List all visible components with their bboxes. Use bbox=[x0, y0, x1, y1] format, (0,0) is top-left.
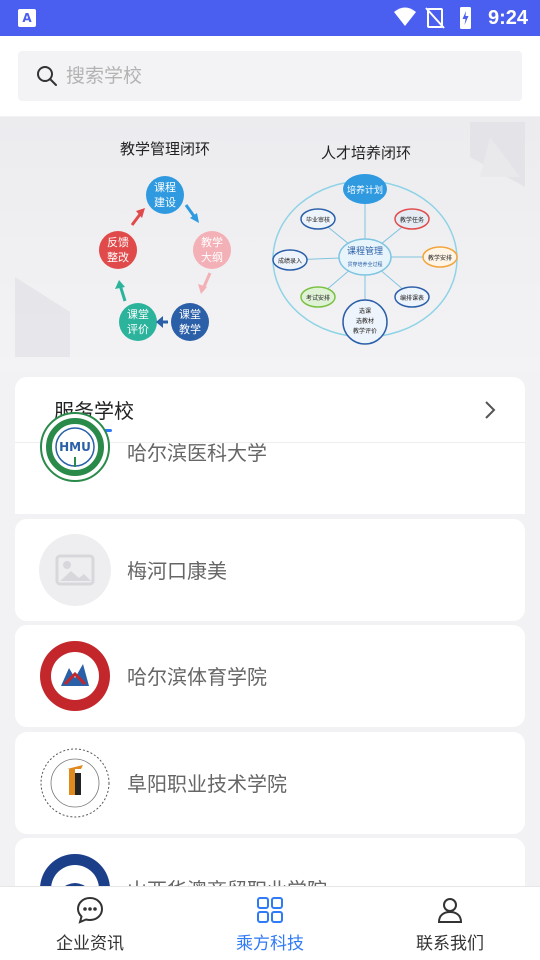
svg-text:成绩录入: 成绩录入 bbox=[278, 257, 302, 265]
svg-text:毕业审核: 毕业审核 bbox=[306, 216, 330, 224]
svg-text:整改: 整改 bbox=[107, 250, 129, 264]
node-task: 教学任务 bbox=[394, 208, 430, 230]
node-plan: 培养计划 bbox=[343, 174, 387, 204]
clock: 9:24 bbox=[487, 7, 528, 29]
bottom-nav: 企业资讯 乘方科技 联系我们 bbox=[0, 886, 540, 960]
grid-icon bbox=[257, 897, 283, 923]
wifi-icon bbox=[394, 7, 416, 26]
search-box[interactable] bbox=[18, 51, 522, 101]
node-exam: 考试安排 bbox=[300, 286, 336, 308]
svg-text:选课: 选课 bbox=[359, 307, 371, 315]
service-schools-section: 服务学校 HMU 哈尔滨医科大学 bbox=[15, 377, 525, 514]
left-title: 教学管理闭环 bbox=[120, 140, 210, 158]
no-sim-icon bbox=[425, 7, 445, 29]
node-select: 选课选教材教学评价 bbox=[342, 299, 388, 345]
nav-label: 乘方科技 bbox=[236, 934, 304, 954]
school-item-fuyang[interactable]: 阜阳职业技术学院 bbox=[15, 732, 525, 834]
hsu-logo bbox=[40, 641, 110, 711]
svg-text:考试安排: 考试安排 bbox=[306, 294, 330, 302]
nav-label: 联系我们 bbox=[416, 934, 484, 954]
node-course-build: 课程 建设 bbox=[146, 176, 184, 214]
svg-text:培养计划: 培养计划 bbox=[347, 184, 383, 196]
node-syllabus: 教学 大纲 bbox=[193, 231, 231, 269]
right-title: 人才培养闭环 bbox=[321, 144, 411, 162]
chat-bubble-icon bbox=[76, 896, 104, 924]
placeholder-image-icon bbox=[39, 534, 111, 606]
school-item-meihekou[interactable]: 梅河口康美 bbox=[15, 519, 525, 621]
school-name: 梅河口康美 bbox=[127, 559, 227, 583]
school-name: 阜阳职业技术学院 bbox=[127, 772, 287, 796]
node-timetable: 编排课表 bbox=[394, 286, 430, 308]
nav-label: 企业资讯 bbox=[56, 934, 124, 954]
school-item-hmu[interactable]: HMU 哈尔滨医科大学 bbox=[15, 412, 525, 514]
svg-text:教学评价: 教学评价 bbox=[353, 327, 377, 335]
svg-text:反馈: 反馈 bbox=[107, 236, 129, 249]
status-bar: A 9:24 bbox=[0, 0, 540, 36]
svg-text:编排课表: 编排课表 bbox=[400, 294, 424, 302]
svg-text:选教材: 选教材 bbox=[356, 317, 374, 325]
svg-text:课堂: 课堂 bbox=[127, 308, 149, 321]
svg-text:教学安排: 教学安排 bbox=[428, 254, 452, 262]
svg-text:建设: 建设 bbox=[154, 195, 176, 209]
search-icon bbox=[37, 66, 57, 86]
node-class-teaching: 课堂 教学 bbox=[171, 303, 209, 341]
nav-item-news[interactable]: 企业资讯 bbox=[0, 887, 180, 960]
nav-item-company[interactable]: 乘方科技 bbox=[180, 887, 360, 960]
search-area bbox=[0, 36, 540, 116]
node-class-eval: 课堂 评价 bbox=[119, 303, 157, 341]
decorative-shapes bbox=[15, 122, 525, 357]
svg-text:课堂: 课堂 bbox=[179, 308, 201, 321]
chevron-right-icon[interactable] bbox=[483, 399, 497, 421]
school-name: 哈尔滨体育学院 bbox=[127, 665, 267, 689]
banner[interactable]: 教学管理闭环 课程 建设 教学 大纲 课堂 教学 课堂 评价 反馈 整改 人才培… bbox=[0, 117, 540, 371]
battery-icon bbox=[460, 7, 471, 29]
person-icon bbox=[437, 898, 463, 923]
school-name: 哈尔滨医科大学 bbox=[127, 441, 267, 465]
banner-graphic: 教学管理闭环 课程 建设 教学 大纲 课堂 教学 课堂 评价 反馈 整改 人才培… bbox=[15, 122, 525, 357]
node-grad: 毕业审核 bbox=[300, 208, 336, 230]
svg-text:教学: 教学 bbox=[179, 322, 201, 336]
node-arrange: 教学安排 bbox=[422, 246, 458, 268]
svg-text:大纲: 大纲 bbox=[201, 250, 223, 264]
left-cycle: 课程 建设 教学 大纲 课堂 教学 课堂 评价 反馈 整改 bbox=[99, 176, 231, 341]
hmu-logo: HMU bbox=[40, 412, 110, 482]
nav-item-contact[interactable]: 联系我们 bbox=[360, 887, 540, 960]
fuyang-logo bbox=[40, 748, 110, 818]
svg-text:贯穿培养全过程: 贯穿培养全过程 bbox=[347, 261, 382, 268]
right-cycle: 课程管理 贯穿培养全过程 培养计划 教学任务 教学安排 编排课表 选课选教材教学… bbox=[272, 174, 458, 345]
school-item-harbin-sport[interactable]: 哈尔滨体育学院 bbox=[15, 625, 525, 727]
svg-text:教学任务: 教学任务 bbox=[400, 216, 424, 224]
node-feedback: 反馈 整改 bbox=[99, 231, 137, 269]
app-notification-icon: A bbox=[18, 9, 36, 27]
svg-text:评价: 评价 bbox=[127, 323, 149, 336]
status-icons bbox=[394, 7, 471, 29]
svg-text:课程管理: 课程管理 bbox=[347, 245, 383, 257]
svg-text:课程: 课程 bbox=[154, 181, 176, 194]
node-grade: 成绩录入 bbox=[272, 249, 308, 271]
svg-text:HMU: HMU bbox=[59, 440, 91, 454]
svg-text:教学: 教学 bbox=[201, 235, 223, 249]
center-node: 课程管理 贯穿培养全过程 bbox=[338, 238, 392, 276]
search-input[interactable] bbox=[66, 51, 506, 101]
